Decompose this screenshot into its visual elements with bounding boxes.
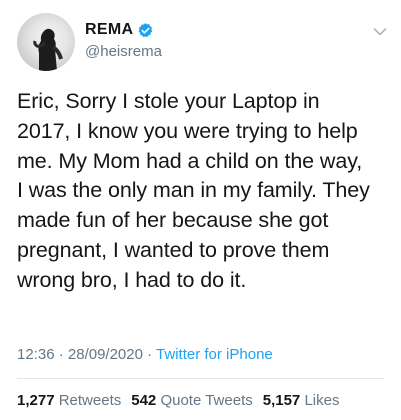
tweet-time[interactable]: 12:36 (17, 346, 55, 363)
likes-stat[interactable]: 5,157 Likes (263, 392, 340, 409)
profile-photo-icon (33, 28, 63, 71)
retweets-label: Retweets (58, 392, 122, 409)
quote-tweets-label: Quote Tweets (160, 392, 253, 409)
tweet-card: REMA @heisrema Eric, Sorry I stole your … (0, 0, 401, 420)
tweet-meta: 12:36 · 28/09/2020 · Twitter for iPhone (17, 346, 273, 363)
tweet-stats: 1,277 Retweets 542 Quote Tweets 5,157 Like… (17, 392, 339, 409)
author-handle[interactable]: @heisrema (85, 43, 162, 60)
quote-tweets-count: 542 (131, 392, 157, 409)
likes-label: Likes (304, 392, 340, 409)
meta-separator: · (58, 346, 64, 363)
quote-tweets-stat[interactable]: 542 Quote Tweets (131, 392, 252, 409)
display-name[interactable]: REMA (85, 21, 133, 39)
verified-badge-icon (138, 22, 153, 37)
retweets-count: 1,277 (17, 392, 55, 409)
author-name-row[interactable]: REMA (85, 19, 154, 41)
avatar[interactable] (17, 13, 75, 71)
retweets-stat[interactable]: 1,277 Retweets (17, 392, 121, 409)
tweet-date[interactable]: 28/09/2020 (68, 346, 143, 363)
tweet-source-link[interactable]: Twitter for iPhone (156, 346, 273, 363)
divider (17, 378, 384, 379)
likes-count: 5,157 (262, 392, 301, 409)
meta-separator: · (147, 346, 153, 363)
tweet-text: Eric, Sorry I stole your Laptop in 2017,… (17, 89, 370, 292)
chevron-down-icon[interactable] (373, 27, 387, 37)
